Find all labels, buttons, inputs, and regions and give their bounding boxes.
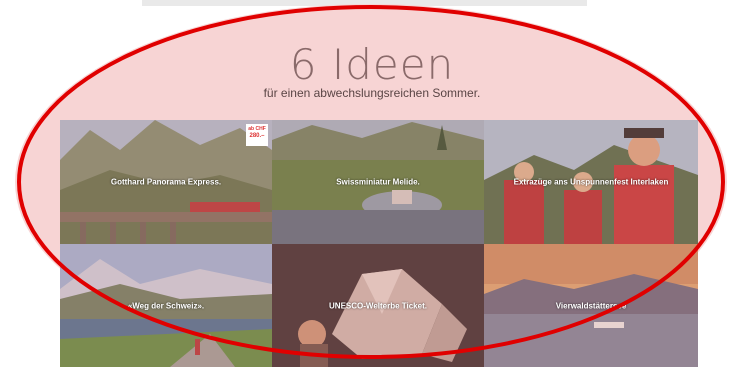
annotation-oval: [17, 5, 725, 359]
